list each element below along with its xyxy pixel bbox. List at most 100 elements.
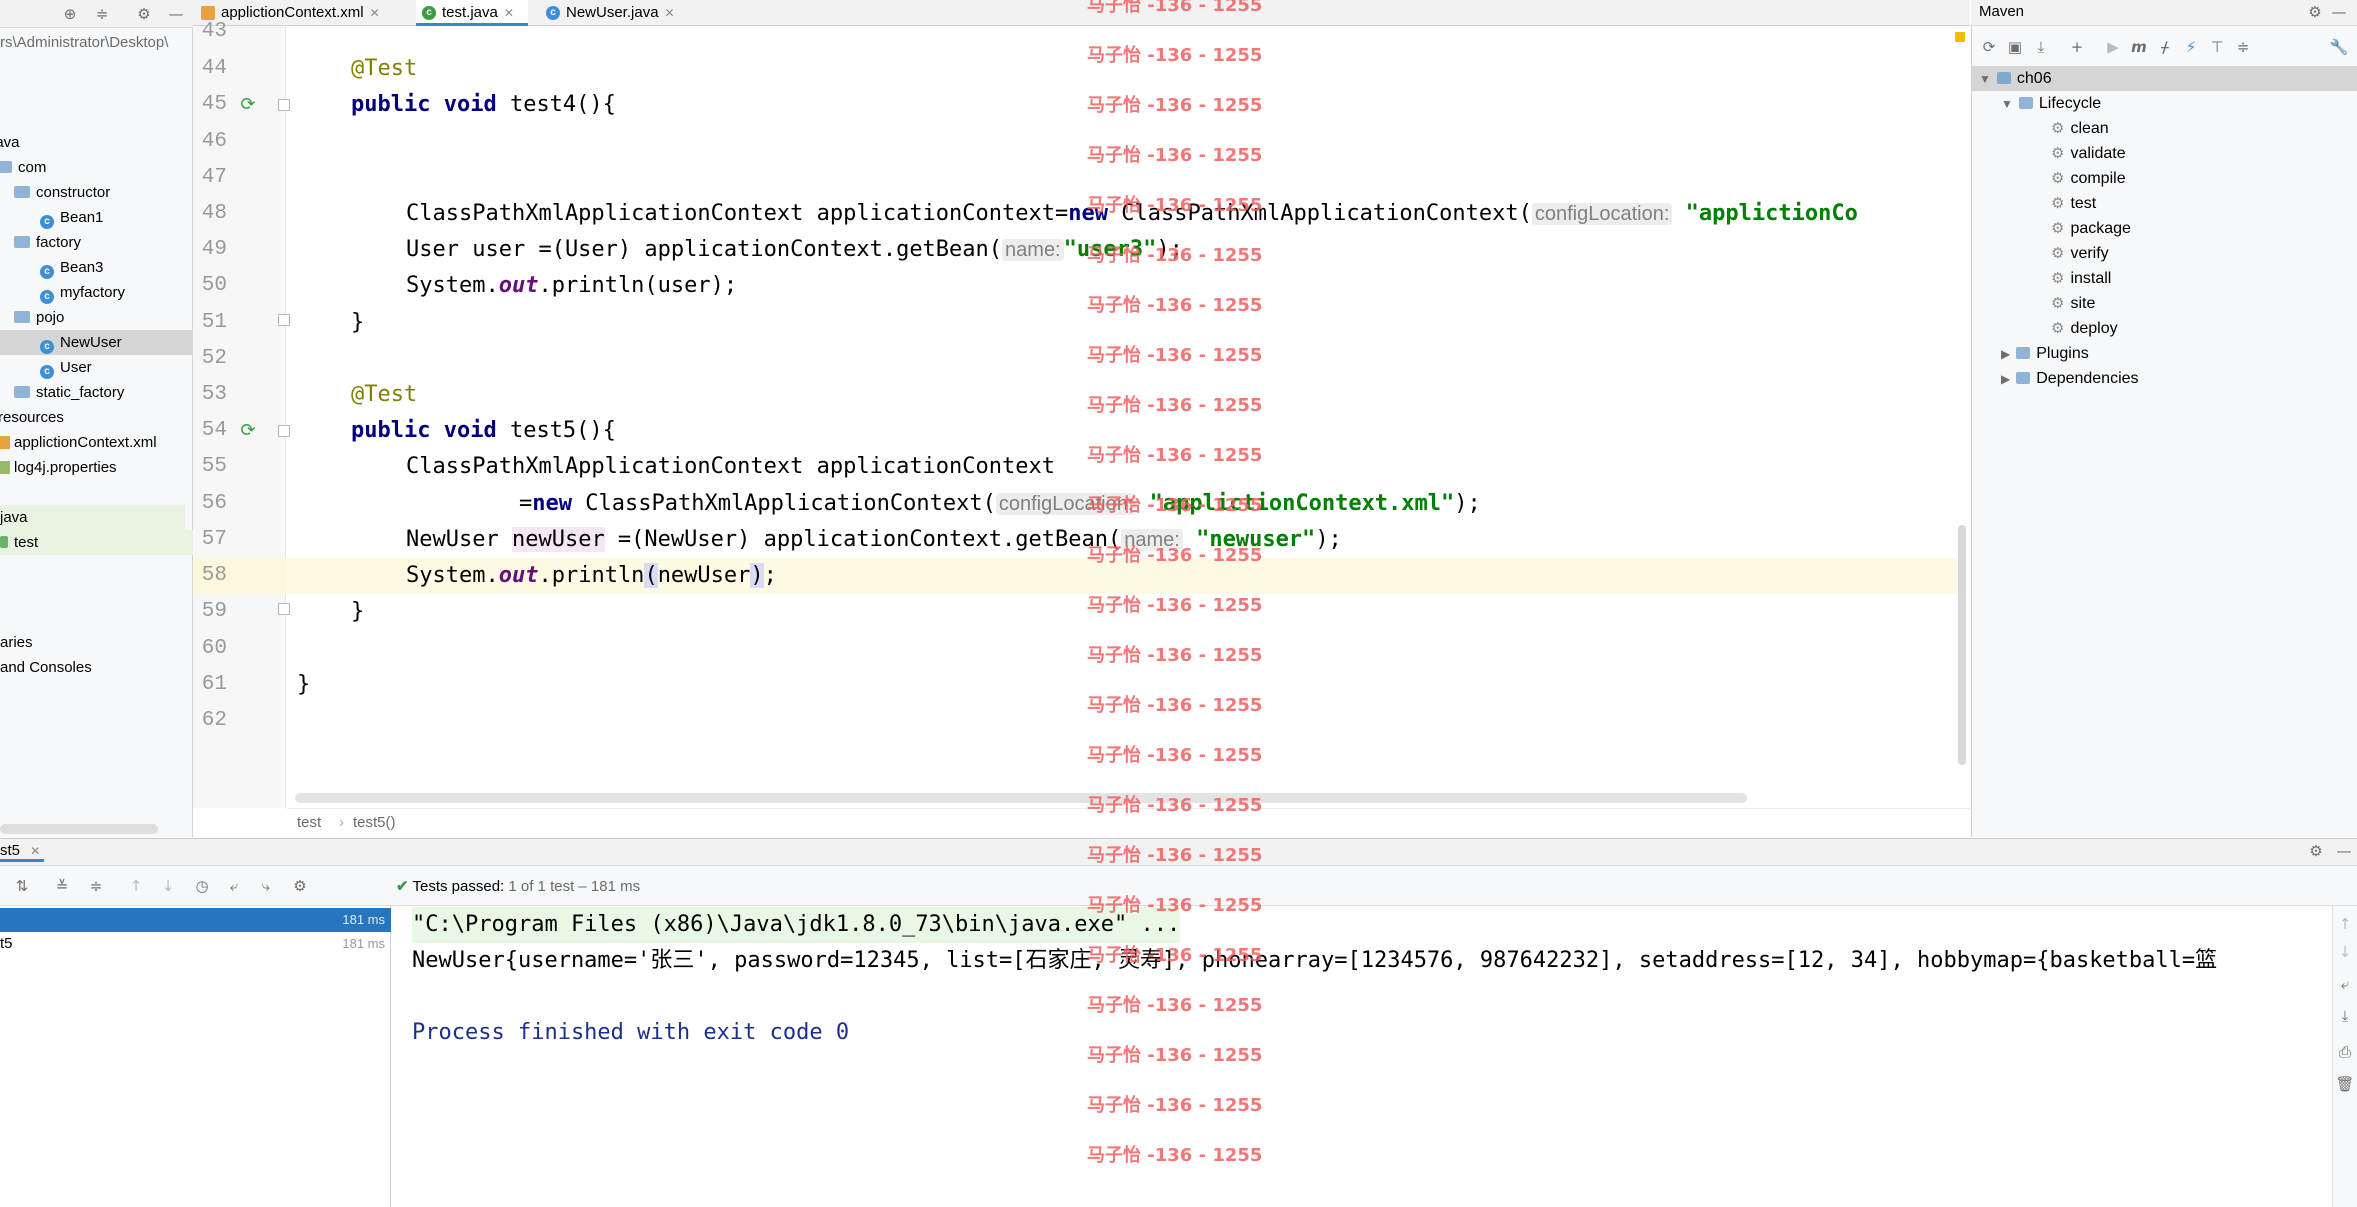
scroll-to-end-icon[interactable]: ⤓ bbox=[2335, 1006, 2355, 1026]
maven-goal-icon[interactable]: m bbox=[2129, 37, 2149, 57]
arrow-up-icon[interactable]: ↑ bbox=[2335, 914, 2355, 934]
hide-icon[interactable]: — bbox=[2334, 841, 2354, 861]
collapse-all-icon[interactable]: ≑ bbox=[86, 876, 106, 896]
watermark: 马子怡 -136 - 1255 bbox=[1087, 895, 1263, 916]
tree-item-scratches[interactable]: and Consoles bbox=[0, 655, 193, 680]
maven-goal-site[interactable]: ⚙ site bbox=[2051, 291, 2095, 316]
tree-item-com[interactable]: com bbox=[0, 155, 189, 180]
collapse-all-icon[interactable]: ≑ bbox=[92, 4, 112, 24]
chevron-down-icon: ▼ bbox=[2001, 97, 2013, 111]
hide-icon[interactable]: — bbox=[166, 4, 186, 24]
wrench-icon[interactable]: 🔧 bbox=[2329, 37, 2349, 57]
print-icon[interactable]: ⎙ bbox=[2335, 1042, 2355, 1062]
fold-marker-icon[interactable] bbox=[278, 603, 290, 615]
skip-tests-icon[interactable]: ⚡ bbox=[2181, 37, 2201, 57]
tree-item-log4j[interactable]: log4j.properties bbox=[0, 455, 193, 480]
maven-goal-compile[interactable]: ⚙ compile bbox=[2051, 166, 2126, 191]
run-test-icon[interactable]: ⟳ bbox=[238, 421, 258, 441]
tab-test-java[interactable]: c test.java ✕ bbox=[416, 0, 528, 26]
export-icon[interactable]: ⤷ bbox=[256, 876, 276, 896]
add-icon[interactable]: + bbox=[2067, 37, 2087, 57]
tree-item-libraries[interactable]: aries bbox=[0, 630, 193, 655]
test-class-icon: c bbox=[422, 6, 436, 20]
test-row-test5[interactable]: t5 181 ms bbox=[0, 932, 391, 956]
gear-icon: ⚙ bbox=[2051, 320, 2065, 337]
expand-all-icon[interactable]: ≚ bbox=[52, 876, 72, 896]
folder-icon bbox=[14, 386, 30, 398]
breadcrumb-item[interactable]: test bbox=[297, 814, 321, 831]
close-icon[interactable]: ✕ bbox=[30, 844, 40, 858]
toggle-offline-icon[interactable]: ᚋ bbox=[2155, 37, 2175, 57]
watermark: 马子怡 -136 - 1255 bbox=[1087, 1145, 1263, 1166]
gear-icon[interactable]: ⚙ bbox=[2306, 841, 2326, 861]
maven-header: Maven ⚙ — bbox=[1971, 0, 2357, 26]
soft-wrap-icon[interactable]: ⤶ bbox=[2335, 974, 2355, 994]
test-row-root[interactable]: 181 ms bbox=[0, 908, 391, 932]
tree-item-pojo[interactable]: pojo bbox=[14, 305, 207, 330]
download-icon[interactable]: ⤓ bbox=[2031, 37, 2051, 57]
maven-lifecycle[interactable]: ▼ Lifecycle bbox=[2001, 91, 2101, 116]
line-number: 57 bbox=[201, 528, 227, 551]
editor-vscroll[interactable] bbox=[1958, 525, 1966, 765]
watermark: 马子怡 -136 - 1255 bbox=[1087, 695, 1263, 716]
tree-item-appliction-context[interactable]: applictionContext.xml bbox=[0, 430, 193, 455]
maven-plugins[interactable]: ▶ Plugins bbox=[2001, 341, 2089, 366]
history-icon[interactable]: ◷ bbox=[192, 876, 212, 896]
line-number: 59 bbox=[201, 600, 227, 623]
fold-marker-icon[interactable] bbox=[278, 425, 290, 437]
warning-marker[interactable] bbox=[1955, 32, 1965, 42]
code-line-59: } bbox=[351, 599, 365, 624]
tree-item-static-factory[interactable]: static_factory bbox=[14, 380, 207, 405]
tree-item-resources[interactable]: resources bbox=[0, 405, 191, 430]
tree-item-test[interactable]: test bbox=[0, 530, 193, 555]
breadcrumb-item[interactable]: test5() bbox=[353, 814, 396, 831]
maven-project-ch06[interactable]: ▼ ch06 bbox=[1971, 66, 2357, 91]
trash-icon[interactable]: 🗑 bbox=[2335, 1074, 2355, 1094]
gear-icon[interactable]: ⚙ bbox=[134, 4, 154, 24]
show-dependencies-icon[interactable]: ⊤ bbox=[2207, 37, 2227, 57]
code-line-53: @Test bbox=[351, 382, 418, 407]
code-line-45: public void test4(){ bbox=[351, 92, 616, 117]
watermark: 马子怡 -136 - 1255 bbox=[1087, 745, 1263, 766]
tree-item-java[interactable]: java bbox=[0, 130, 185, 155]
run-tab[interactable]: st5 ✕ bbox=[0, 842, 45, 862]
tree-item-newuser[interactable]: c NewUser bbox=[0, 330, 193, 355]
arrow-down-icon[interactable]: ↓ bbox=[2335, 942, 2355, 962]
maven-dependencies[interactable]: ▶ Dependencies bbox=[2001, 366, 2139, 391]
tab-newuser-java[interactable]: c NewUser.java ✕ bbox=[540, 0, 700, 26]
import-icon[interactable]: ⤶ bbox=[224, 876, 244, 896]
close-icon[interactable]: ✕ bbox=[370, 6, 380, 20]
maven-goal-test[interactable]: ⚙ test bbox=[2051, 191, 2096, 216]
collapse-all-icon[interactable]: ≑ bbox=[2233, 37, 2253, 57]
watermark: 马子怡 -136 - 1255 bbox=[1087, 645, 1263, 666]
arrow-down-icon[interactable]: ↓ bbox=[158, 876, 178, 896]
close-icon[interactable]: ✕ bbox=[665, 6, 675, 20]
close-icon[interactable]: ✕ bbox=[504, 6, 514, 20]
tab-appliction-context[interactable]: applictionContext.xml ✕ bbox=[195, 0, 415, 26]
maven-goal-install[interactable]: ⚙ install bbox=[2051, 266, 2111, 291]
reload-icon[interactable]: ⟳ bbox=[1979, 37, 1999, 57]
tree-item-constructor[interactable]: constructor bbox=[14, 180, 207, 205]
tree-item-factory[interactable]: factory bbox=[14, 230, 207, 255]
gear-icon[interactable]: ⚙ bbox=[290, 876, 310, 896]
maven-goal-package[interactable]: ⚙ package bbox=[2051, 216, 2131, 241]
run-test-icon[interactable]: ⟳ bbox=[238, 95, 258, 115]
run-icon[interactable]: ▶ bbox=[2103, 37, 2123, 57]
maven-goal-verify[interactable]: ⚙ verify bbox=[2051, 241, 2109, 266]
project-hscroll[interactable] bbox=[0, 824, 158, 834]
hide-icon[interactable]: — bbox=[2329, 2, 2349, 22]
code-line-54: public void test5(){ bbox=[351, 418, 616, 443]
sort-alpha-icon[interactable]: ⇅ bbox=[12, 876, 32, 896]
maven-goal-validate[interactable]: ⚙ validate bbox=[2051, 141, 2126, 166]
fold-marker-icon[interactable] bbox=[278, 99, 290, 111]
check-icon: ✔ bbox=[396, 878, 409, 895]
tree-item-test-java[interactable]: java bbox=[0, 505, 185, 530]
arrow-up-icon[interactable]: ↑ bbox=[126, 876, 146, 896]
locate-icon[interactable]: ⊕ bbox=[60, 4, 80, 24]
maven-goal-clean[interactable]: ⚙ clean bbox=[2051, 116, 2109, 141]
maven-goal-deploy[interactable]: ⚙ deploy bbox=[2051, 316, 2118, 341]
generate-sources-icon[interactable]: ▣ bbox=[2005, 37, 2025, 57]
editor-hscroll[interactable] bbox=[295, 793, 1747, 803]
fold-marker-icon[interactable] bbox=[278, 314, 290, 326]
gear-icon[interactable]: ⚙ bbox=[2305, 2, 2325, 22]
